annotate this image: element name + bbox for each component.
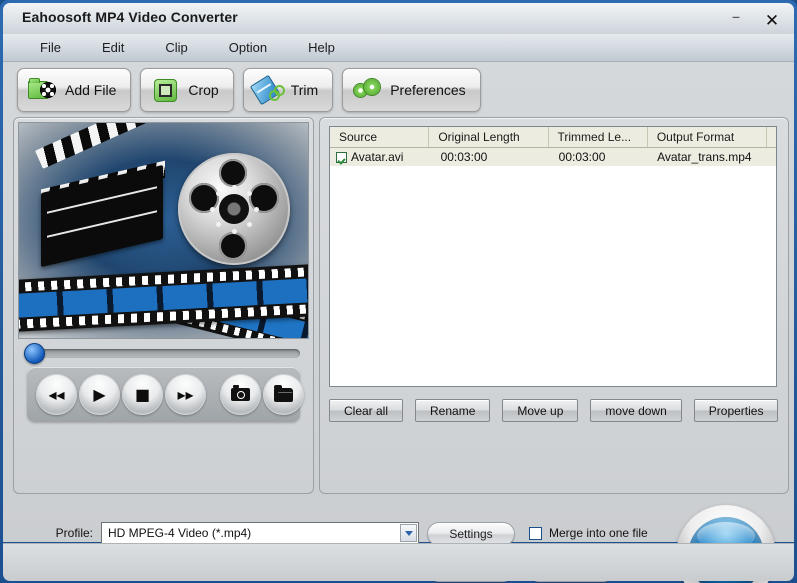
application-window: Eahoosoft MP4 Video Converter – ✕ File E…	[0, 0, 797, 583]
profile-select[interactable]: HD MPEG-4 Video (*.mp4)	[101, 522, 419, 544]
add-file-label: Add File	[65, 82, 116, 98]
column-header-source[interactable]: Source	[330, 127, 429, 147]
menu-item-option[interactable]: Option	[214, 37, 282, 58]
title-bar: Eahoosoft MP4 Video Converter – ✕	[3, 3, 794, 35]
stop-icon: ■	[135, 387, 150, 403]
cell-source: Avatar.avi	[351, 150, 432, 164]
crop-label: Crop	[188, 82, 218, 98]
menu-bar: File Edit Clip Option Help	[3, 34, 794, 62]
cell-output-format: Avatar_trans.mp4	[648, 150, 776, 164]
column-header-trimmed-length[interactable]: Trimmed Le...	[549, 127, 648, 147]
merge-checkbox-box[interactable]	[529, 527, 542, 540]
open-folder-button[interactable]	[263, 374, 304, 415]
toolbar: Add File Crop Trim Preferences	[17, 68, 481, 112]
rewind-icon: ◂◂	[48, 387, 64, 403]
menu-item-edit[interactable]: Edit	[87, 37, 139, 58]
preferences-button[interactable]: Preferences	[342, 68, 480, 112]
close-button[interactable]: ✕	[762, 11, 782, 31]
properties-button[interactable]: Properties	[694, 399, 779, 422]
seek-slider-thumb[interactable]	[24, 343, 45, 364]
column-header-extra[interactable]	[767, 127, 776, 147]
menu-item-help[interactable]: Help	[293, 37, 350, 58]
fast-forward-icon: ▸▸	[177, 387, 193, 403]
profile-label: Profile:	[13, 526, 101, 540]
play-icon: ▶	[93, 387, 105, 403]
film-reel-graphic	[178, 153, 290, 265]
playback-controls: ◂◂ ▶ ■ ▸▸	[27, 367, 300, 422]
crop-button[interactable]: Crop	[140, 68, 233, 112]
add-file-button[interactable]: Add File	[17, 68, 131, 112]
preferences-label: Preferences	[390, 82, 465, 98]
merge-label: Merge into one file	[549, 526, 648, 540]
snapshot-button[interactable]	[220, 374, 261, 415]
seek-slider-track[interactable]	[28, 349, 300, 358]
move-up-button[interactable]: Move up	[502, 399, 578, 422]
file-list-header: Source Original Length Trimmed Le... Out…	[330, 127, 776, 148]
camera-icon	[231, 388, 250, 401]
file-list[interactable]: Source Original Length Trimmed Le... Out…	[329, 126, 777, 387]
trim-icon	[254, 77, 282, 103]
column-header-original-length[interactable]: Original Length	[429, 127, 548, 147]
crop-icon	[151, 77, 179, 103]
merge-into-one-file-checkbox[interactable]: Merge into one file	[529, 526, 648, 540]
forward-button[interactable]: ▸▸	[165, 374, 206, 415]
folder-icon	[274, 388, 293, 402]
minimize-button[interactable]: –	[726, 7, 746, 34]
rewind-button[interactable]: ◂◂	[36, 374, 77, 415]
preferences-gears-icon	[353, 77, 381, 103]
cell-trimmed-length: 00:03:00	[550, 150, 648, 164]
clear-all-button[interactable]: Clear all	[329, 399, 403, 422]
chevron-down-icon[interactable]	[400, 524, 417, 542]
file-list-actions: Clear all Rename Move up move down Prope…	[329, 399, 779, 422]
menu-item-file[interactable]: File	[25, 37, 76, 58]
main-body: Add File Crop Trim Preferences	[3, 62, 794, 542]
table-row[interactable]: Avatar.avi 00:03:00 00:03:00 Avatar_tran…	[330, 148, 776, 166]
profile-value: HD MPEG-4 Video (*.mp4)	[102, 526, 251, 540]
row-checkbox[interactable]	[336, 152, 347, 163]
window-title: Eahoosoft MP4 Video Converter	[22, 9, 238, 25]
trim-label: Trim	[291, 82, 318, 98]
column-header-output-format[interactable]: Output Format	[648, 127, 767, 147]
rename-button[interactable]: Rename	[415, 399, 490, 422]
profile-row: Profile: HD MPEG-4 Video (*.mp4)	[13, 522, 419, 544]
clapperboard-graphic	[41, 145, 169, 253]
move-down-button[interactable]: move down	[590, 399, 681, 422]
stop-button[interactable]: ■	[122, 374, 163, 415]
video-preview-area[interactable]	[18, 122, 309, 339]
trim-button[interactable]: Trim	[243, 68, 333, 112]
add-file-icon	[28, 77, 56, 103]
file-list-panel: Source Original Length Trimmed Le... Out…	[319, 117, 789, 494]
status-bar	[3, 543, 794, 581]
menu-item-clip[interactable]: Clip	[150, 37, 202, 58]
window-controls: – ✕	[726, 7, 782, 34]
preview-panel: ◂◂ ▶ ■ ▸▸	[13, 117, 314, 494]
play-button[interactable]: ▶	[79, 374, 120, 415]
cell-original-length: 00:03:00	[432, 150, 550, 164]
